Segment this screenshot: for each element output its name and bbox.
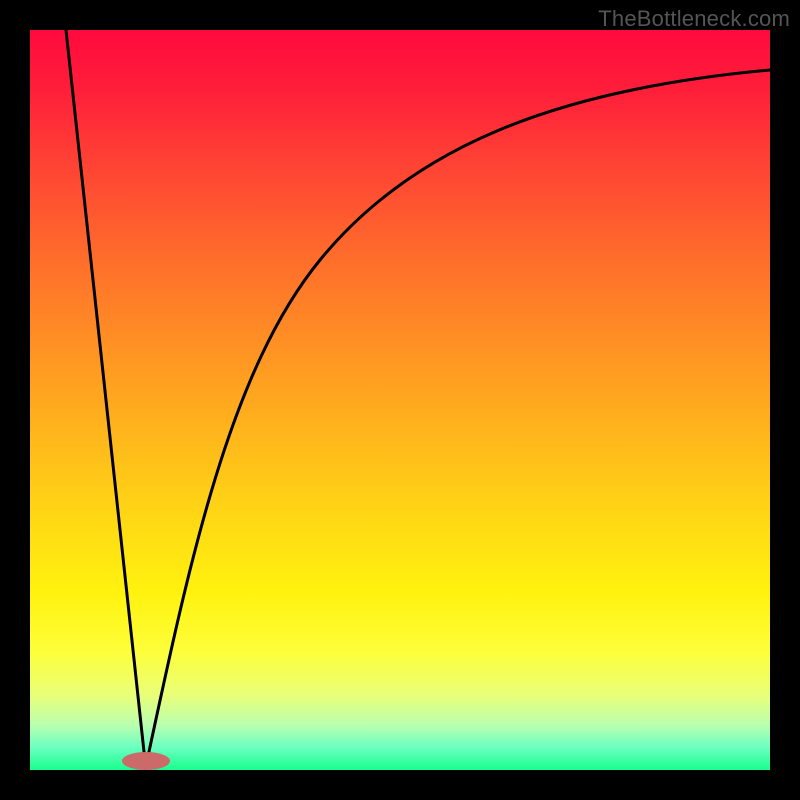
bottleneck-marker (122, 752, 170, 770)
watermark-text: TheBottleneck.com (598, 6, 790, 32)
curve-left (66, 30, 145, 761)
plot-area (30, 30, 770, 770)
curve-right (147, 70, 770, 761)
chart-frame: TheBottleneck.com (0, 0, 800, 800)
chart-svg (30, 30, 770, 770)
